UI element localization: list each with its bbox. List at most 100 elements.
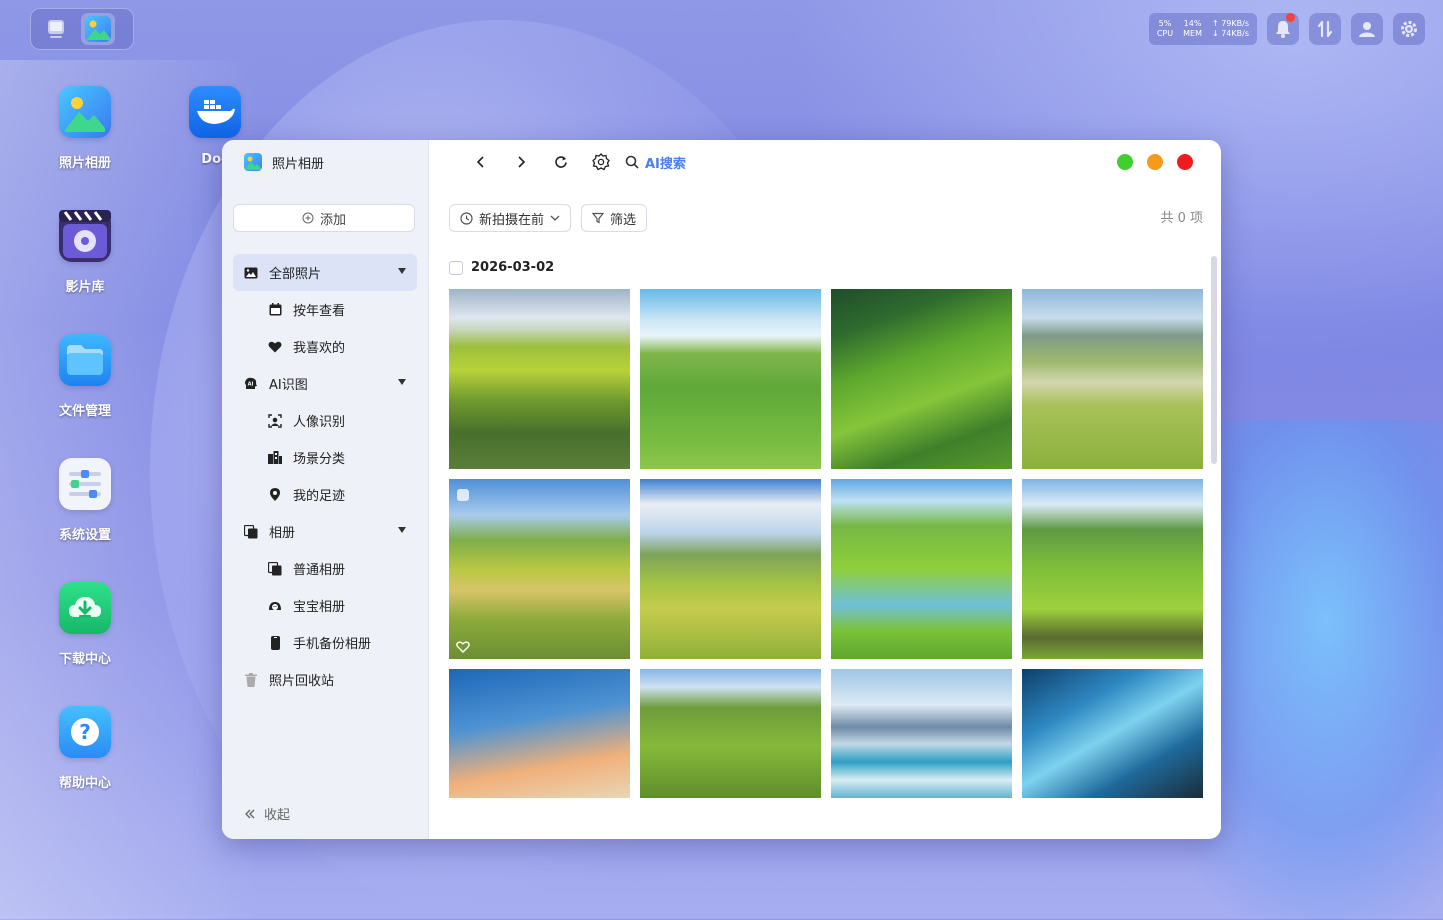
- caret-down-icon[interactable]: [398, 379, 406, 385]
- photo-album-icon: [65, 97, 105, 132]
- desktop-label: 下载中心: [58, 652, 111, 667]
- sidebar-item-label: 照片回收站: [269, 674, 335, 689]
- photo-thumbnail[interactable]: [1022, 669, 1203, 798]
- desktop-app-system-settings[interactable]: 系统设置: [35, 458, 135, 543]
- photo-select-checkbox[interactable]: [457, 489, 469, 501]
- photo-thumbnail[interactable]: [640, 669, 821, 798]
- sidebar-item-favorites[interactable]: 我喜欢的: [222, 328, 428, 365]
- sidebar-item-normal-album[interactable]: 普通相册: [222, 550, 428, 587]
- desktop-label: 文件管理: [58, 404, 111, 419]
- add-button[interactable]: 添加: [233, 204, 415, 232]
- ai-search-button[interactable]: AI搜索: [625, 153, 686, 172]
- desktop-icon: [48, 20, 64, 38]
- forward-button[interactable]: [501, 147, 541, 177]
- switcher-photo-album[interactable]: [81, 13, 115, 45]
- maximize-button[interactable]: [1117, 154, 1133, 170]
- photo-thumbnail[interactable]: [449, 669, 630, 798]
- system-settings-icon: [69, 470, 101, 498]
- plus-circle-icon: [302, 212, 314, 224]
- heart-outline-icon[interactable]: [456, 641, 470, 653]
- clock-icon: [460, 211, 473, 225]
- toolbar: AI搜索: [429, 140, 1221, 184]
- sidebar-item-baby-album[interactable]: 宝宝相册: [222, 587, 428, 624]
- net-download: ↓ 74KB/s: [1211, 29, 1249, 38]
- sidebar-item-phone-backup-album[interactable]: 手机备份相册: [222, 624, 428, 661]
- collapse-sidebar-button[interactable]: 收起: [244, 804, 290, 823]
- scrollbar[interactable]: [1211, 256, 1217, 464]
- bell-icon: [1276, 21, 1290, 38]
- collapse-label: 收起: [264, 808, 291, 823]
- back-button[interactable]: [461, 147, 501, 177]
- user-button[interactable]: [1351, 13, 1383, 45]
- double-chevron-left-icon: [245, 809, 255, 818]
- docker-icon: [197, 100, 235, 124]
- transfer-icon: [1317, 20, 1333, 38]
- svg-text:?: ?: [79, 720, 91, 744]
- desktop-label: 帮助中心: [58, 776, 111, 791]
- desktop-app-help-center[interactable]: ? 帮助中心: [35, 706, 135, 791]
- cpu-value: 5%: [1158, 19, 1172, 28]
- refresh-icon: [555, 156, 567, 168]
- window-header: 照片相册: [222, 140, 428, 184]
- filter-button[interactable]: 筛选: [581, 204, 648, 232]
- caret-down-icon[interactable]: [398, 268, 406, 274]
- transfer-button[interactable]: [1309, 13, 1341, 45]
- system-monitor[interactable]: 5% CPU 14% MEM ↑ 79KB/s ↓ 74KB/s: [1148, 13, 1257, 45]
- desktop-label: 照片相册: [58, 156, 111, 171]
- sidebar-item-scene-classification[interactable]: 场景分类: [222, 439, 428, 476]
- sidebar-item-label: 手机备份相册: [293, 637, 372, 652]
- image-icon: [244, 267, 258, 278]
- photo-thumbnail[interactable]: [1022, 479, 1203, 659]
- minimize-button[interactable]: [1147, 154, 1163, 170]
- sidebar: 照片相册 添加 全部照片 按年查看 我喜欢的 AI AI识图 人像识别 场景分类…: [222, 140, 429, 839]
- switcher-desktop[interactable]: [39, 13, 73, 45]
- sidebar-item-my-footprints[interactable]: 我的足迹: [222, 476, 428, 513]
- sidebar-item-by-year[interactable]: 按年查看: [222, 291, 428, 328]
- photo-thumbnail[interactable]: [640, 479, 821, 659]
- sidebar-item-ai-recognition[interactable]: AI AI识图: [222, 365, 428, 402]
- desktop-app-video-library[interactable]: 影片库: [35, 210, 135, 295]
- sidebar-item-all-photos[interactable]: 全部照片: [233, 254, 417, 291]
- sidebar-item-face-recognition[interactable]: 人像识别: [222, 402, 428, 439]
- photo-album-icon: [85, 16, 111, 42]
- select-group-checkbox[interactable]: [449, 260, 463, 275]
- photo-thumbnail[interactable]: [640, 289, 821, 469]
- settings-button[interactable]: [1393, 13, 1425, 45]
- heart-icon: [268, 341, 282, 352]
- photo-thumbnail[interactable]: [449, 289, 630, 469]
- settings-button[interactable]: [581, 147, 621, 177]
- photo-thumbnail[interactable]: [831, 479, 1012, 659]
- sort-dropdown[interactable]: 新拍摄在前: [449, 204, 572, 232]
- photo-album-icon: [244, 153, 262, 171]
- photo-thumbnail[interactable]: [831, 669, 1012, 798]
- sidebar-item-label: 全部照片: [269, 267, 322, 282]
- photo-thumbnail[interactable]: [1022, 289, 1203, 469]
- desktop-app-download-center[interactable]: 下载中心: [35, 582, 135, 667]
- albums-icon: [268, 561, 282, 575]
- gear-icon: [592, 153, 610, 171]
- sidebar-item-recycle-bin[interactable]: 照片回收站: [222, 661, 428, 698]
- refresh-button[interactable]: [541, 147, 581, 177]
- sidebar-item-label: 相册: [269, 526, 296, 541]
- notifications-button[interactable]: [1267, 13, 1299, 45]
- face-scan-icon: [268, 413, 282, 428]
- chevron-left-icon: [476, 156, 484, 168]
- photo-thumbnail[interactable]: [831, 289, 1012, 469]
- buildings-icon: [268, 451, 282, 464]
- sidebar-item-label: 按年查看: [293, 304, 346, 319]
- desktop-app-photo-album[interactable]: 照片相册: [35, 86, 135, 171]
- net-upload: ↑ 79KB/s: [1211, 19, 1249, 28]
- svg-text:AI: AI: [248, 381, 254, 387]
- photo-grid: [449, 289, 1203, 839]
- desktop-app-file-manager[interactable]: 文件管理: [35, 334, 135, 419]
- photo-thumbnail[interactable]: [449, 479, 630, 659]
- sidebar-nav: 全部照片 按年查看 我喜欢的 AI AI识图 人像识别 场景分类 我的足迹 相册…: [222, 254, 428, 698]
- settings-gear-icon: [1401, 21, 1417, 37]
- filter-bar: 新拍摄在前 筛选: [449, 204, 648, 232]
- sidebar-item-label: 普通相册: [293, 563, 346, 578]
- close-button[interactable]: [1177, 154, 1193, 170]
- help-icon: ?: [71, 718, 99, 746]
- caret-down-icon[interactable]: [398, 527, 406, 533]
- photo-album-window: 照片相册 添加 全部照片 按年查看 我喜欢的 AI AI识图 人像识别 场景分类…: [222, 140, 1221, 839]
- sidebar-item-albums[interactable]: 相册: [222, 513, 428, 550]
